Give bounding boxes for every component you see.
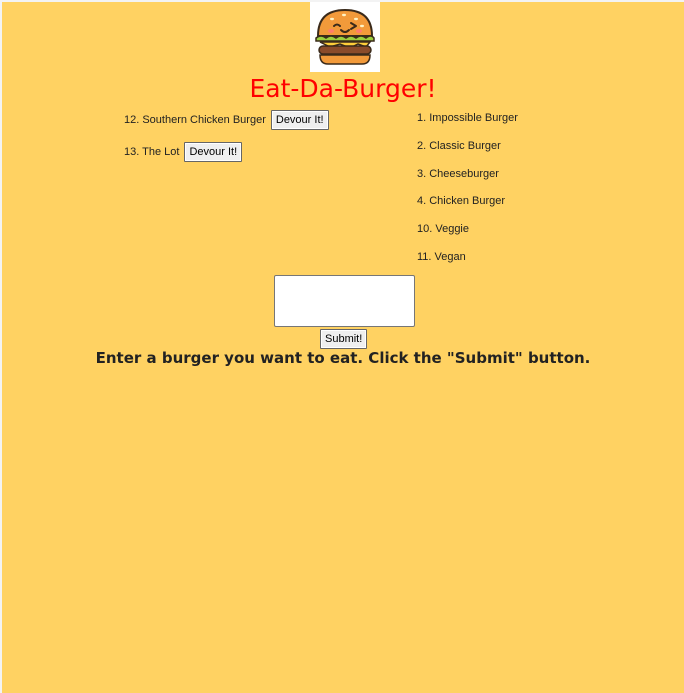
submit-button[interactable]: Submit!: [320, 329, 368, 349]
uneaten-burger-list: 12. Southern Chicken Burger Devour It! 1…: [124, 109, 404, 173]
list-item: 12. Southern Chicken Burger Devour It!: [124, 109, 404, 131]
page-background: Eat-Da-Burger! 12. Southern Chicken Burg…: [2, 2, 684, 693]
page-title: Eat-Da-Burger!: [249, 74, 437, 103]
burger-logo-icon: [310, 2, 380, 72]
list-item: 3. Cheeseburger: [417, 167, 499, 180]
list-item: 2. Classic Burger: [417, 139, 501, 152]
devour-button[interactable]: Devour It!: [270, 110, 329, 130]
list-item: 4. Chicken Burger: [417, 195, 506, 208]
list-item: 1. Impossible Burger: [417, 112, 518, 124]
burger-input[interactable]: [274, 275, 415, 327]
list-item: 13. The Lot Devour It!: [124, 141, 404, 163]
list-item: 10. Veggie: [417, 223, 469, 236]
instructions-text: Enter a burger you want to eat. Click th…: [95, 349, 591, 367]
eaten-burger-list: 1. Impossible Burger 2. Classic Burger 3…: [417, 110, 617, 277]
burger-name: 13. The Lot: [124, 146, 180, 158]
devour-button[interactable]: Devour It!: [184, 142, 243, 162]
burger-name: 12. Southern Chicken Burger: [124, 114, 266, 126]
list-item: 11. Vegan: [417, 250, 466, 263]
